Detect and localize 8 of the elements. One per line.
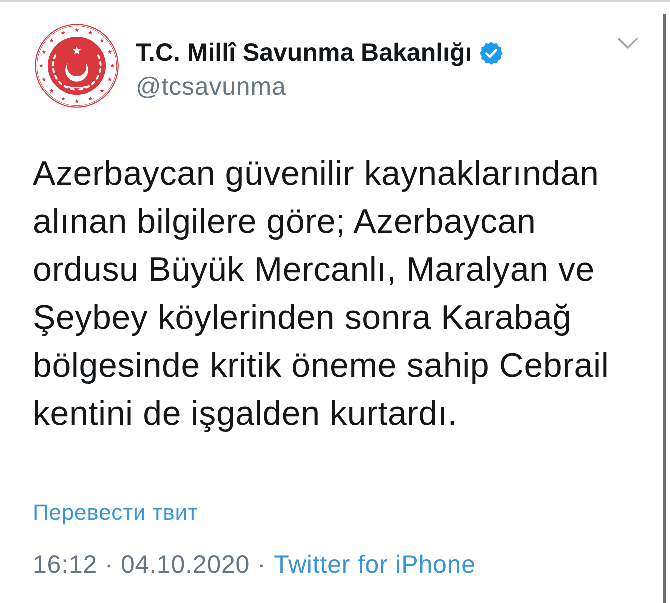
tweet-text: Azerbaycan güvenilir kaynaklarından alınan bilgilere göre; Azerbaycan ordusu Büyük Mercanlı, Maralyan ve Şeybey köylerinden sonra Karabağ bölgesinde kritik öneme sahip Cebrail kentini de işgalden kurtardı. [33, 154, 610, 435]
emblem-icon [33, 22, 121, 110]
tweet-timestamp: 16:12 · 04.10.2020 · [33, 550, 266, 580]
source-link[interactable]: Twitter for iPhone [274, 550, 476, 580]
chevron-down-icon[interactable] [617, 37, 639, 51]
account-handle[interactable]: @tcsavunma [136, 73, 286, 102]
account-name[interactable]: T.C. Millî Savunma Bakanlığı [136, 39, 472, 68]
translate-link[interactable]: Перевести твит [33, 500, 198, 526]
